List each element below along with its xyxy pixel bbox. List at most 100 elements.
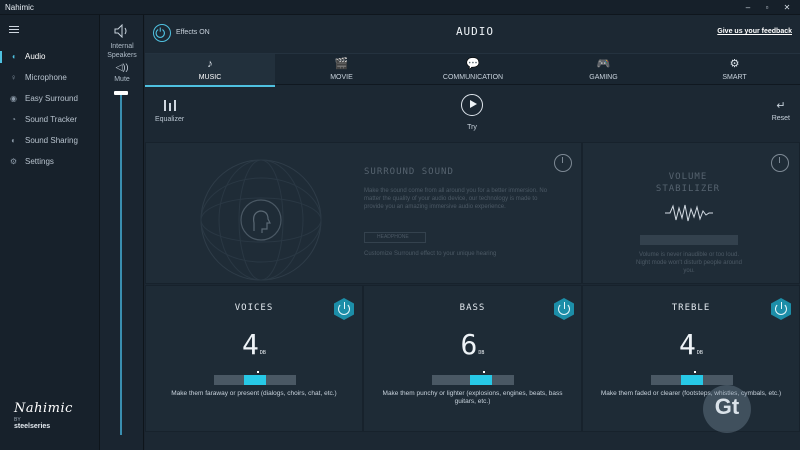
- close-icon[interactable]: ✕: [781, 2, 793, 13]
- tab-label: COMMUNICATION: [442, 74, 504, 81]
- equalizer-button[interactable]: Equalizer: [155, 100, 184, 123]
- voices-value-number: 4: [242, 328, 259, 361]
- feedback-link[interactable]: Give us your feedback: [717, 28, 792, 35]
- bass-value-number: 6: [460, 328, 478, 361]
- surround-title: SURROUND SOUND: [364, 167, 454, 177]
- stabilizer-title-line1: VOLUME: [668, 172, 708, 182]
- sidebar: ◖ Audio ♀ Microphone ◉ Easy Surround ◔ S…: [0, 15, 100, 450]
- bass-unit: DB: [478, 350, 485, 356]
- treble-slider[interactable]: [651, 371, 733, 385]
- bass-slider[interactable]: [432, 371, 514, 385]
- clapperboard-icon: 🎬: [334, 58, 349, 70]
- stabilizer-power-button[interactable]: [771, 154, 789, 172]
- tab-label: MOVIE: [330, 74, 353, 81]
- sidebar-item-label: Settings: [25, 157, 54, 166]
- brand-name: Nahimic: [14, 401, 73, 416]
- surround-sphere-graphic: [200, 159, 322, 281]
- treble-power-button[interactable]: [771, 298, 791, 320]
- window-title: Nahimic: [5, 3, 34, 12]
- bass-power-button[interactable]: [554, 298, 574, 320]
- surround-icon: ◉: [10, 94, 17, 103]
- smart-brain-icon: ⚙: [729, 58, 740, 70]
- tab-label: GAMING: [589, 74, 618, 81]
- stabilizer-title: VOLUME STABILIZER: [643, 171, 733, 195]
- sidebar-item-microphone[interactable]: ♀ Microphone: [0, 69, 100, 87]
- treble-slider-marker: [694, 371, 696, 373]
- treble-slider-fill: [681, 375, 703, 385]
- share-icon: ◐: [11, 136, 16, 145]
- voices-slider[interactable]: [214, 371, 296, 385]
- mute-icon[interactable]: ◁)): [115, 62, 129, 72]
- reset-button[interactable]: ↵ Reset: [772, 100, 790, 122]
- try-label: Try: [467, 124, 477, 131]
- reset-label: Reset: [771, 115, 790, 122]
- equalizer-icon: [163, 100, 177, 111]
- sidebar-item-label: Audio: [25, 52, 46, 61]
- hamburger-menu-icon[interactable]: [9, 26, 19, 34]
- stabilizer-toggle[interactable]: [640, 235, 738, 245]
- volume-slider-thumb[interactable]: [114, 91, 128, 95]
- voices-unit: DB: [259, 350, 266, 356]
- music-note-icon: ♪: [207, 58, 213, 70]
- voices-title: VOICES: [234, 303, 274, 313]
- tab-gaming[interactable]: 🎮 GAMING: [538, 54, 669, 86]
- surround-sound-panel: SURROUND SOUND Make the sound come from …: [145, 142, 582, 284]
- audio-wave-icon: ◖: [11, 52, 16, 61]
- bass-panel: BASS 6DB Make them punchy or lighter (ex…: [363, 285, 582, 432]
- maximize-icon[interactable]: ▫: [761, 2, 773, 13]
- voices-value: 4DB: [146, 328, 362, 361]
- effects-power-button[interactable]: [153, 24, 171, 42]
- sidebar-item-settings[interactable]: ⚙ Settings: [0, 153, 100, 171]
- tab-smart[interactable]: ⚙ SMART: [669, 54, 800, 86]
- profile-tabs: ♪ MUSIC 🎬 MOVIE 💬 COMMUNICATION 🎮 GAMING…: [145, 53, 800, 87]
- watermark-logo: Gt: [703, 385, 751, 433]
- voices-slider-fill: [244, 375, 266, 385]
- gear-icon: ⚙: [9, 157, 18, 166]
- tracker-icon: ◔: [11, 115, 16, 124]
- headphone-badge[interactable]: HEADPHONE: [364, 232, 426, 243]
- tab-communication[interactable]: 💬 COMMUNICATION: [408, 54, 538, 86]
- waveform-icon: [665, 204, 713, 222]
- volume-stabilizer-panel: VOLUME STABILIZER Volume is never inaudi…: [582, 142, 800, 284]
- sidebar-item-sound-tracker[interactable]: ◔ Sound Tracker: [0, 111, 100, 129]
- voices-description: Make them faraway or present (dialogs, c…: [171, 390, 337, 397]
- surround-description: Make the sound come from all around you …: [364, 188, 548, 210]
- treble-title: TREBLE: [671, 303, 711, 313]
- bass-value: 6DB: [364, 328, 581, 361]
- main-content: Effects ON AUDIO Give us your feedback ♪…: [145, 15, 800, 450]
- sidebar-item-easy-surround[interactable]: ◉ Easy Surround: [0, 90, 100, 108]
- sidebar-item-audio[interactable]: ◖ Audio: [0, 48, 100, 66]
- bass-title: BASS: [459, 303, 486, 313]
- microphone-icon: ♀: [10, 73, 17, 82]
- voices-panel: VOICES 4DB Make them faraway or present …: [145, 285, 363, 432]
- power-icon: [155, 27, 165, 38]
- voices-power-button[interactable]: [334, 298, 354, 320]
- tab-movie[interactable]: 🎬 MOVIE: [275, 54, 408, 86]
- bass-slider-fill: [470, 375, 493, 385]
- surround-power-button[interactable]: [554, 154, 572, 172]
- sidebar-item-label: Easy Surround: [25, 94, 78, 103]
- speaker-icon[interactable]: [114, 24, 130, 38]
- mute-label: Mute: [114, 76, 130, 83]
- try-play-button[interactable]: [461, 94, 483, 116]
- minimize-icon[interactable]: –: [742, 2, 754, 13]
- sidebar-item-label: Sound Tracker: [25, 115, 78, 124]
- tab-music[interactable]: ♪ MUSIC: [145, 54, 275, 87]
- treble-unit: DB: [696, 350, 703, 356]
- chat-bubbles-icon: 💬: [466, 58, 480, 70]
- treble-value-number: 4: [679, 328, 696, 361]
- toolbar: Equalizer Try ↵ Reset: [145, 86, 800, 141]
- voices-slider-marker: [257, 371, 259, 373]
- brand-maker: steelseries: [14, 423, 51, 430]
- stabilizer-description: Volume is never inaudible or too loud. N…: [636, 252, 742, 274]
- sidebar-item-sound-sharing[interactable]: ◐ Sound Sharing: [0, 132, 100, 150]
- effects-label: Effects ON: [176, 29, 210, 36]
- bass-description: Make them punchy or lighter (explosions,…: [382, 390, 563, 405]
- treble-value: 4DB: [583, 328, 799, 361]
- title-bar: Nahimic – ▫ ✕: [0, 0, 800, 15]
- tab-label: MUSIC: [198, 74, 222, 81]
- volume-slider-track[interactable]: [120, 93, 122, 435]
- surround-customize-link[interactable]: Customize Surround effect to your unique…: [364, 251, 496, 257]
- sidebar-item-label: Sound Sharing: [25, 136, 78, 145]
- stabilizer-title-line2: STABILIZER: [655, 184, 721, 194]
